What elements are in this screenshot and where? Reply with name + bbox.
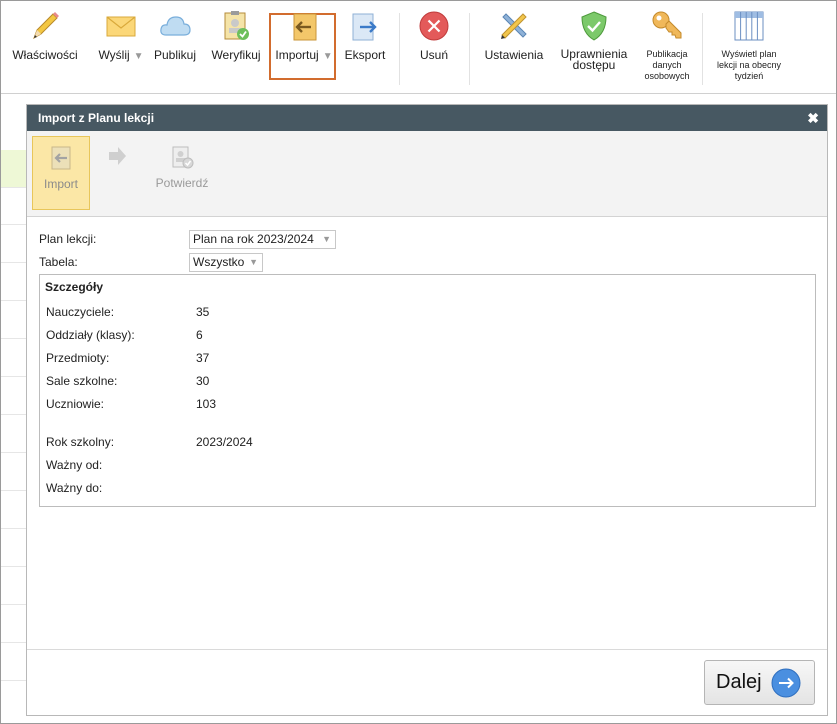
current-week-plan-button[interactable]: Wyświetl plan lekcji na obecny tydzień [711, 9, 787, 82]
next-button-label: Dalej [716, 671, 762, 693]
dialog-footer-divider [27, 649, 827, 650]
settings-tools-icon [501, 13, 527, 39]
import-dialog: Import z Planu lekcji ✖ Import Potwierdź [26, 104, 828, 716]
export-button[interactable]: Eksport [341, 9, 389, 62]
wizard-step-import-label: Import [43, 177, 78, 191]
background-gridline [1, 490, 27, 491]
background-row-highlight [1, 150, 27, 187]
delete-label: Usuń [419, 48, 448, 62]
shield-check-icon [581, 11, 607, 41]
settings-button[interactable]: Ustawienia [479, 9, 549, 62]
import-step-icon [51, 146, 71, 170]
export-label: Eksport [344, 48, 386, 62]
close-icon[interactable]: ✖ [807, 105, 819, 131]
plan-label: Plan lekcji: [39, 232, 97, 246]
detail-label-valid-to: Ważny do: [46, 481, 103, 495]
import-dropdown-icon[interactable]: ▼ [323, 51, 333, 62]
personal-data-publish-button[interactable]: Publikacja danych osobowych [639, 9, 695, 82]
plan-select-value: Plan na rok 2023/2024 [193, 232, 314, 246]
checklist-icon [224, 11, 249, 40]
send-dropdown-icon[interactable]: ▼ [134, 51, 144, 62]
personal-data-publish-label: Publikacja danych osobowych [644, 49, 690, 81]
detail-label-classrooms: Sale szkolne: [46, 374, 118, 388]
background-gridline [1, 642, 27, 643]
detail-label-teachers: Nauczyciele: [46, 305, 115, 319]
wizard-step-import[interactable]: Import [32, 136, 90, 210]
detail-label-students: Uczniowie: [46, 397, 105, 411]
background-gridline [1, 566, 27, 567]
background-gridline [1, 414, 27, 415]
import-arrow-icon [293, 13, 317, 41]
detail-value-school-year: 2023/2024 [196, 435, 253, 449]
background-gridline [1, 604, 27, 605]
chevron-down-icon: ▼ [249, 257, 258, 267]
table-label: Tabela: [39, 255, 78, 269]
properties-label: Właściwości [12, 48, 78, 62]
publish-label: Publikuj [153, 48, 197, 62]
background-gridline [1, 187, 27, 188]
table-select[interactable]: Wszystko ▼ [189, 253, 263, 272]
detail-value-classes: 6 [196, 328, 203, 342]
ribbon-separator [702, 13, 703, 85]
verify-button[interactable]: Weryfikuj [209, 9, 263, 62]
access-permissions-label: Uprawnienia dostępu [560, 47, 628, 72]
import-label: Importuj [275, 48, 319, 62]
table-select-value: Wszystko [193, 255, 245, 269]
settings-label: Ustawienia [484, 48, 544, 62]
detail-value-students: 103 [196, 397, 217, 411]
detail-label-school-year: Rok szkolny: [46, 435, 115, 449]
detail-value-subjects: 37 [196, 351, 210, 365]
access-permissions-button[interactable]: Uprawnienia dostępu [555, 9, 633, 72]
chevron-down-icon: ▼ [322, 234, 331, 244]
publish-button[interactable]: Publikuj [151, 9, 199, 62]
next-button[interactable]: Dalej [704, 660, 815, 705]
background-gridline [1, 680, 27, 681]
verify-label: Weryfikuj [211, 48, 261, 62]
pencil-icon [33, 12, 59, 40]
cloud-icon [160, 16, 191, 36]
key-icon [652, 11, 682, 39]
background-gridline [1, 262, 27, 263]
dialog-title: Import z Planu lekcji [38, 111, 155, 125]
wizard-steps: Import Potwierdź [27, 131, 827, 217]
wizard-step-confirm[interactable]: Potwierdź [154, 136, 210, 210]
envelope-icon [106, 16, 136, 37]
import-button[interactable]: Importuj ▼ [272, 9, 336, 63]
send-label: Wyślij [98, 48, 130, 62]
wizard-step-confirm-label: Potwierdź [155, 176, 209, 190]
detail-value-teachers: 35 [196, 305, 210, 319]
current-week-plan-label: Wyświetl plan lekcji na obecny tydzień [716, 49, 782, 81]
details-title: Szczegóły [45, 280, 104, 294]
delete-icon [419, 11, 449, 41]
confirm-step-icon [172, 146, 194, 169]
background-gridline [1, 300, 27, 301]
ribbon-separator [399, 13, 400, 85]
background-gridline [1, 224, 27, 225]
properties-button[interactable]: Właściwości [9, 9, 81, 62]
export-arrow-icon [352, 13, 377, 41]
dialog-title-bar: Import z Planu lekcji ✖ [27, 105, 827, 131]
arrow-right-circle-icon [771, 668, 801, 698]
background-gridline [1, 528, 27, 529]
delete-button[interactable]: Usuń [411, 9, 457, 62]
next-step-arrow-icon [109, 147, 126, 165]
detail-value-classrooms: 30 [196, 374, 210, 388]
detail-label-classes: Oddziały (klasy): [46, 328, 135, 342]
detail-label-subjects: Przedmioty: [46, 351, 110, 365]
ribbon-separator [469, 13, 470, 85]
send-button[interactable]: Wyślij ▼ [95, 9, 147, 63]
background-gridline [1, 452, 27, 453]
details-panel: Szczegóły Nauczyciele: 35 Oddziały (klas… [39, 274, 816, 507]
detail-label-valid-from: Ważny od: [46, 458, 103, 472]
background-gridline [1, 376, 27, 377]
calendar-grid-icon [734, 11, 764, 41]
background-gridline [1, 338, 27, 339]
ribbon-toolbar: Właściwości Wyślij ▼ Publikuj Weryfikuj [1, 1, 836, 94]
plan-select[interactable]: Plan na rok 2023/2024 ▼ [189, 230, 336, 249]
